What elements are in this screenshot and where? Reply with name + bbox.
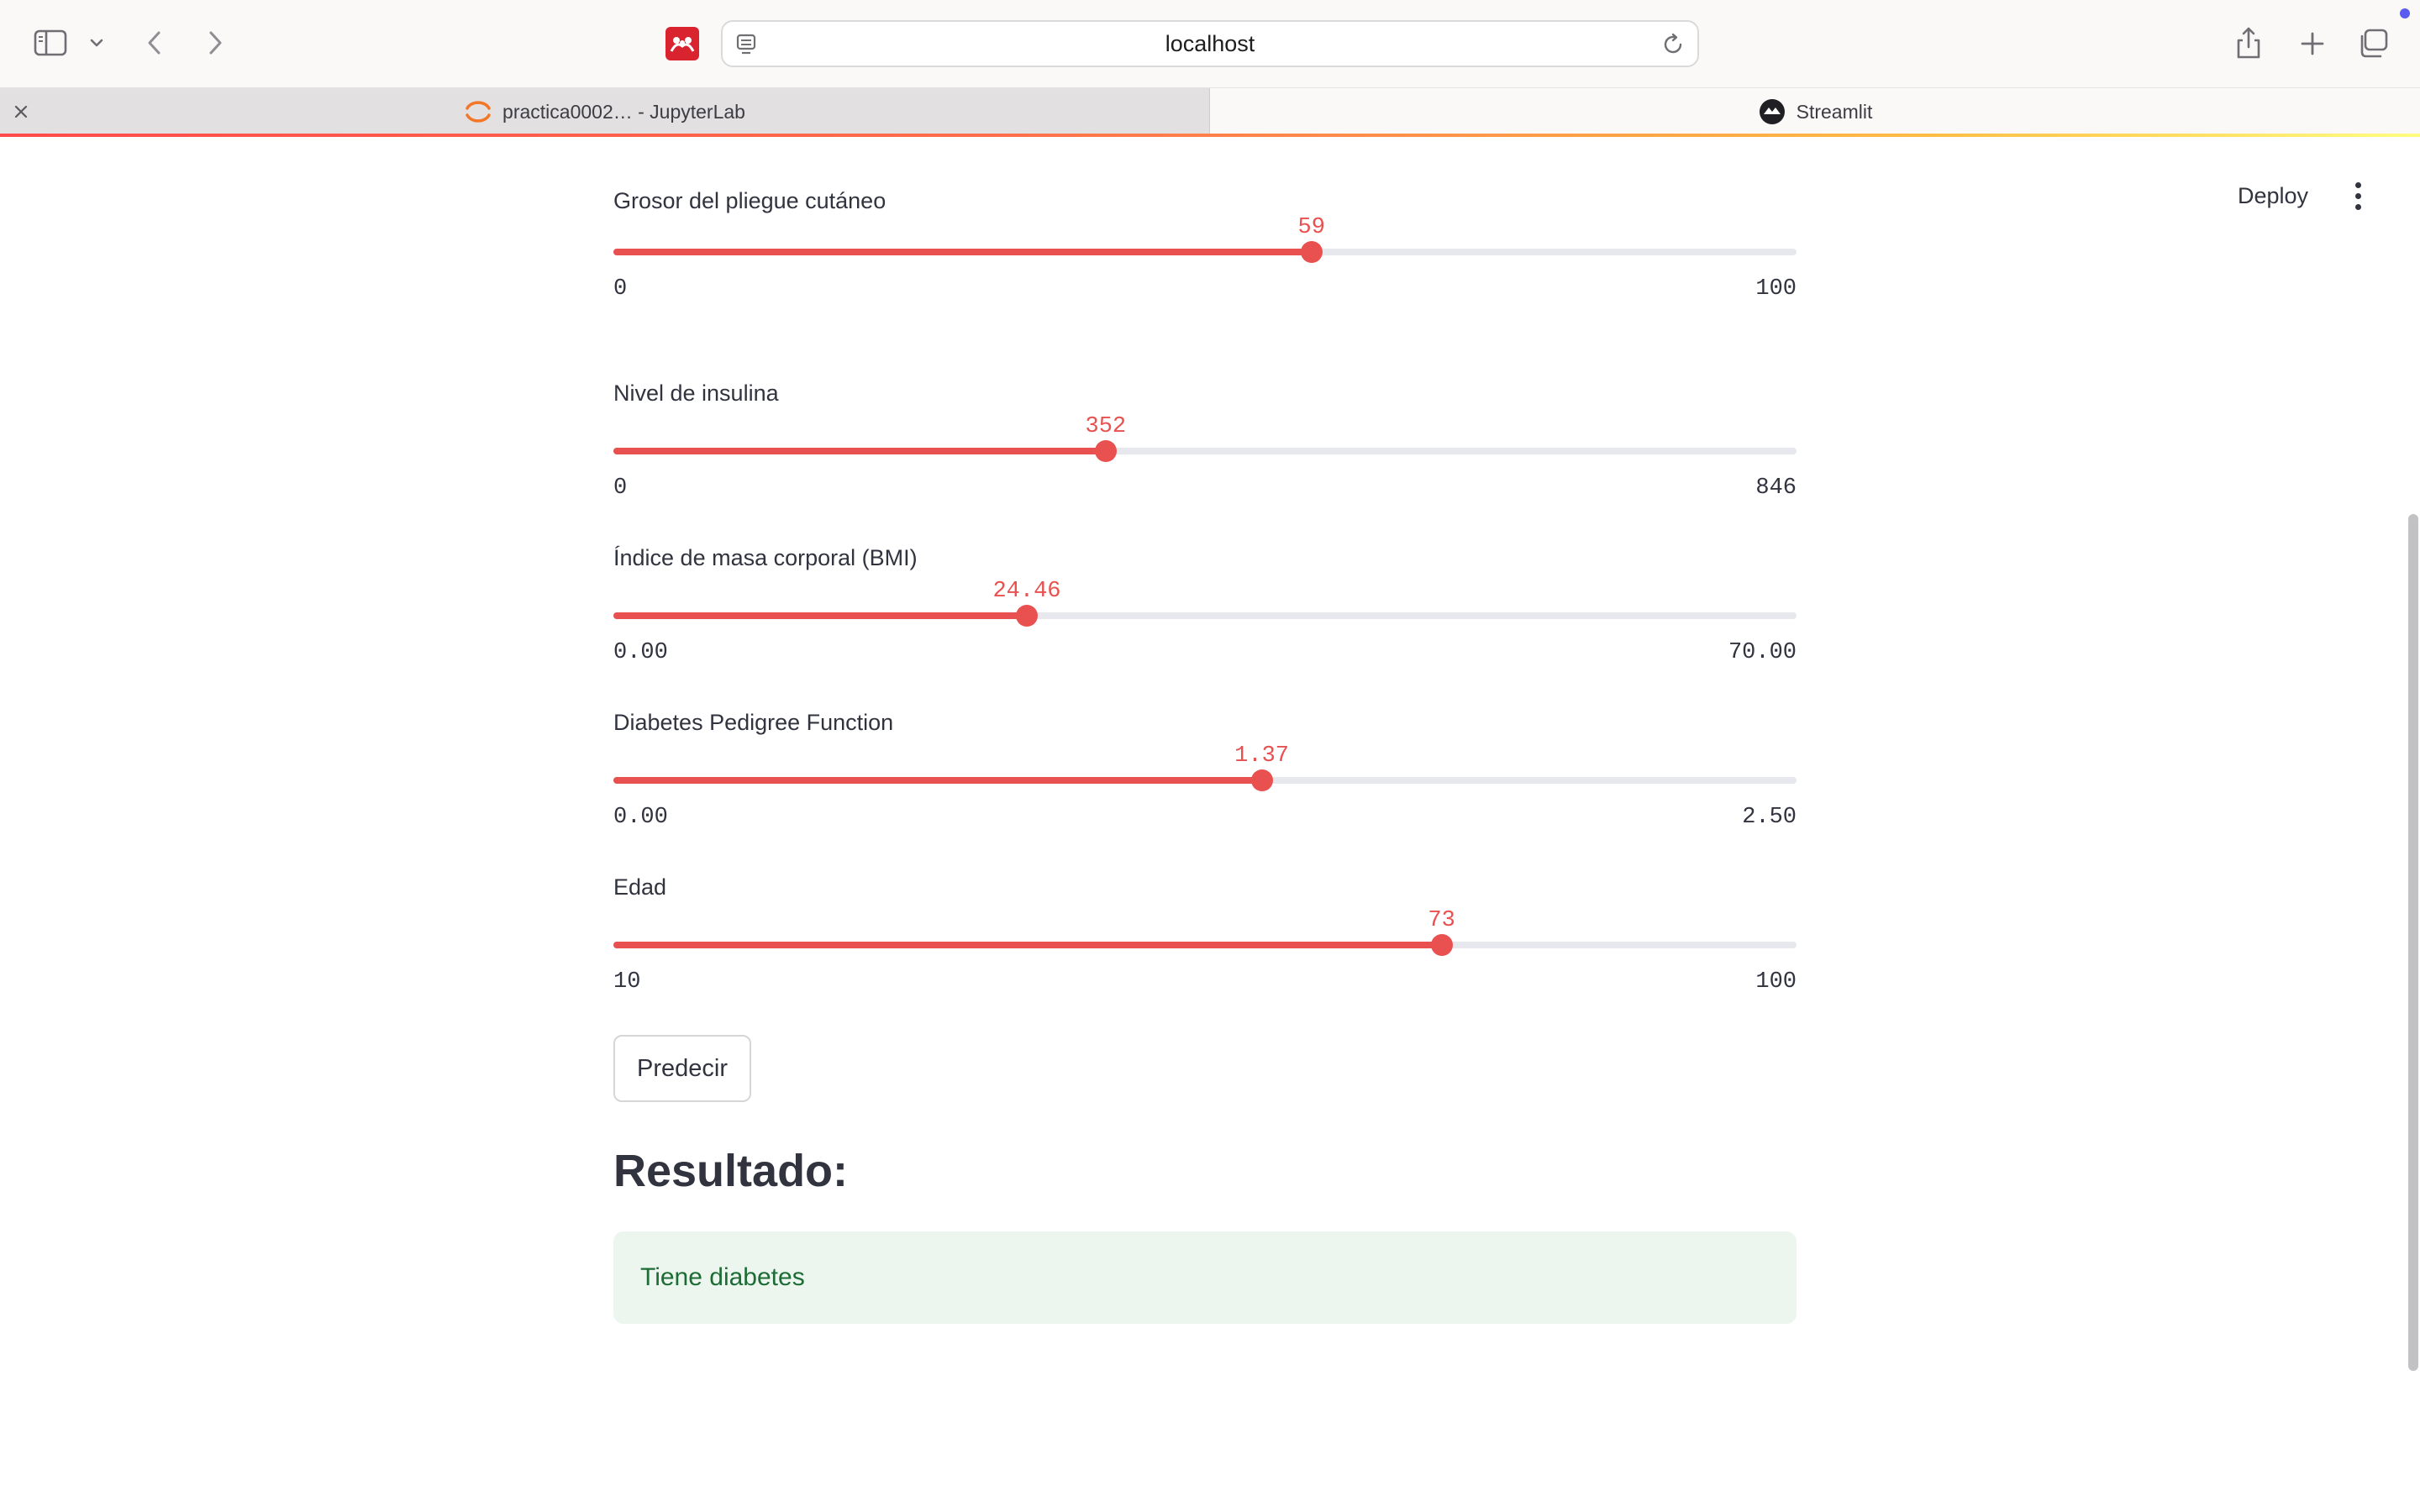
tab-label: practica0002… - JupyterLab xyxy=(502,100,745,123)
back-arrow-icon[interactable] xyxy=(138,25,171,60)
slider-fill xyxy=(613,612,1027,619)
url-text[interactable]: localhost xyxy=(723,22,1697,66)
share-icon[interactable] xyxy=(2232,24,2265,62)
slider-min: 0.00 xyxy=(613,805,668,830)
tab-jupyterlab[interactable]: practica0002… - JupyterLab xyxy=(0,88,1210,135)
plus-icon[interactable] xyxy=(2294,25,2331,62)
slider-skin-thickness: Grosor del pliegue cutáneo 59 0 100 xyxy=(613,188,1797,366)
result-heading: Resultado: xyxy=(613,1146,849,1196)
slider-max: 100 xyxy=(1755,969,1797,995)
slider-label: Grosor del pliegue cutáneo xyxy=(613,188,886,213)
predict-button[interactable]: Predecir xyxy=(613,1035,751,1102)
slider-label: Nivel de insulina xyxy=(613,381,779,406)
slider-max: 70.00 xyxy=(1728,640,1797,665)
slider-thumb[interactable] xyxy=(1250,769,1273,791)
slider-age: Edad 73 10 100 xyxy=(613,874,1797,1026)
tab-label: Streamlit xyxy=(1796,100,1873,123)
kebab-menu-icon[interactable] xyxy=(2341,174,2375,218)
slider-label: Índice de masa corporal (BMI) xyxy=(613,545,918,570)
slider-label: Edad xyxy=(613,874,667,900)
slider-value: 352 xyxy=(1085,414,1127,439)
browser-toolbar: localhost xyxy=(0,0,2420,87)
success-alert: Tiene diabetes xyxy=(613,1231,1797,1324)
slider-track[interactable] xyxy=(613,448,1797,454)
forward-arrow-icon[interactable] xyxy=(198,25,232,60)
scrollbar[interactable] xyxy=(2408,514,2418,1371)
slider-label: Diabetes Pedigree Function xyxy=(613,710,894,735)
slider-value: 73 xyxy=(1428,908,1455,933)
notification-dot xyxy=(2400,8,2410,18)
slider-insulin: Nivel de insulina 352 0 846 xyxy=(613,381,1797,532)
slider-track[interactable] xyxy=(613,942,1797,948)
tab-bar: practica0002… - JupyterLab Streamlit xyxy=(0,87,2420,135)
slider-thumb[interactable] xyxy=(1300,241,1323,263)
slider-value: 24.46 xyxy=(992,579,1061,604)
slider-track[interactable] xyxy=(613,777,1797,784)
close-icon[interactable] xyxy=(10,100,32,123)
tab-overview-icon[interactable] xyxy=(2354,25,2391,62)
slider-value: 1.37 xyxy=(1234,743,1289,769)
slider-fill xyxy=(613,777,1262,784)
slider-max: 846 xyxy=(1755,475,1797,501)
slider-thumb[interactable] xyxy=(1094,440,1117,462)
reload-icon[interactable] xyxy=(1660,32,1686,57)
slider-min: 0.00 xyxy=(613,640,668,665)
slider-pedigree: Diabetes Pedigree Function 1.37 0.00 2.5… xyxy=(613,710,1797,861)
slider-thumb[interactable] xyxy=(1430,934,1453,956)
slider-track[interactable] xyxy=(613,612,1797,619)
slider-max: 2.50 xyxy=(1742,805,1797,830)
streamlit-icon xyxy=(1758,97,1786,126)
tab-streamlit[interactable]: Streamlit xyxy=(1210,88,2420,135)
jupyter-icon xyxy=(464,97,492,126)
result-message: Tiene diabetes xyxy=(640,1263,805,1291)
slider-value: 59 xyxy=(1297,215,1325,240)
slider-track[interactable] xyxy=(613,249,1797,255)
slider-max: 100 xyxy=(1755,276,1797,302)
chevron-down-icon[interactable] xyxy=(84,29,109,57)
mendeley-icon[interactable] xyxy=(666,27,699,60)
slider-fill xyxy=(613,249,1312,255)
slider-bmi: Índice de masa corporal (BMI) 24.46 0.00… xyxy=(613,545,1797,696)
slider-min: 0 xyxy=(613,475,628,501)
slider-fill xyxy=(613,942,1442,948)
slider-thumb[interactable] xyxy=(1015,605,1038,627)
sidebar-icon[interactable] xyxy=(30,25,71,60)
slider-min: 10 xyxy=(613,969,641,995)
slider-fill xyxy=(613,448,1106,454)
streamlit-app: Deploy Grosor del pliegue cutáneo 59 0 1… xyxy=(0,137,2420,1512)
address-bar[interactable]: localhost xyxy=(721,20,1699,67)
deploy-button[interactable]: Deploy xyxy=(2218,175,2328,217)
slider-min: 0 xyxy=(613,276,628,302)
